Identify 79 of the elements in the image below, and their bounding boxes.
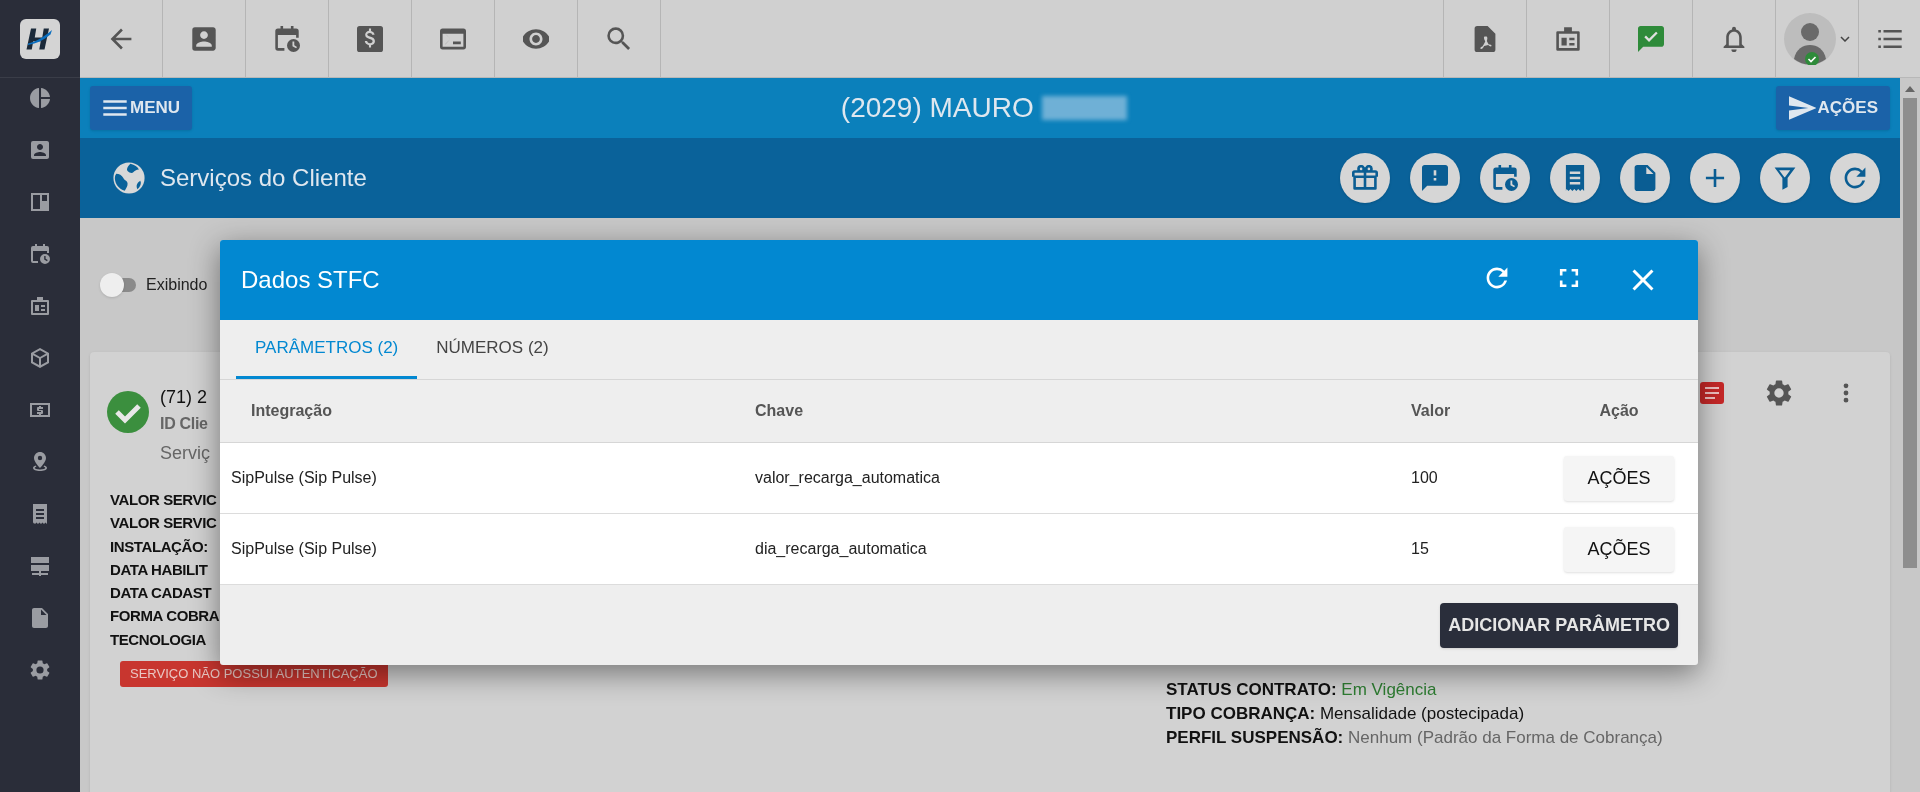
round-action-button[interactable] — [1760, 153, 1810, 203]
money-icon[interactable] — [30, 400, 50, 420]
dollar-icon[interactable] — [357, 25, 383, 52]
round-action-button[interactable] — [1480, 153, 1530, 203]
bell-icon[interactable] — [1721, 25, 1747, 52]
table-cell: SipPulse (Sip Pulse) — [231, 469, 377, 486]
detail-label: DATA HABILIT — [110, 559, 208, 580]
section-title: Serviços do Cliente — [160, 163, 367, 193]
detail-label: INSTALAÇÃO: — [110, 536, 208, 557]
detail-label: TECNOLOGIA — [110, 629, 206, 650]
receipt-icon[interactable] — [30, 504, 50, 524]
tab[interactable]: NÚMEROS (2) — [417, 320, 568, 379]
table-cell: 100 — [1411, 469, 1438, 486]
round-action-button[interactable] — [1690, 153, 1740, 203]
table-cell: SipPulse (Sip Pulse) — [231, 540, 377, 557]
refresh-icon[interactable] — [1484, 265, 1510, 291]
modal-title: Dados STFC — [241, 265, 380, 295]
toggle-label: Exibindo — [146, 275, 208, 295]
id-card-icon[interactable] — [30, 296, 50, 316]
client-id: ID Clie — [160, 414, 208, 434]
warning-badge: SERVIÇO NÃO POSSUI AUTENTICAÇÃO — [120, 661, 388, 687]
detail-label: FORMA COBRA — [110, 606, 220, 627]
avatar[interactable] — [1784, 12, 1836, 65]
refresh-icon — [1842, 165, 1868, 191]
caret-icon[interactable] — [1840, 35, 1850, 42]
board-icon[interactable] — [30, 192, 50, 212]
toggle-switch[interactable] — [100, 273, 138, 297]
contact-icon[interactable] — [191, 25, 217, 52]
contract-detail: TIPO COBRANÇA: Mensalidade (postecipada) — [1166, 703, 1526, 725]
column-header: Chave — [755, 402, 804, 419]
cube-icon[interactable] — [30, 348, 50, 368]
column-header: Ação — [1599, 401, 1639, 421]
send-icon — [1787, 95, 1816, 121]
round-action-button[interactable] — [1550, 153, 1600, 203]
menu-button[interactable]: MENU — [90, 86, 193, 130]
round-action-button[interactable] — [1830, 153, 1880, 203]
row-actions-button[interactable]: AÇÕES — [1564, 455, 1674, 501]
table-cell: dia_recarga_automatica — [755, 540, 927, 557]
pie-chart-icon[interactable] — [30, 88, 50, 108]
contact-icon[interactable] — [30, 140, 50, 160]
column-header: Integração — [251, 402, 332, 419]
round-action-button[interactable] — [1620, 153, 1670, 203]
detail-label: DATA CADAST — [110, 583, 212, 604]
gift-icon — [1352, 165, 1378, 191]
service-name: Serviç — [160, 442, 210, 465]
contract-detail: STATUS CONTRATO: Em Vigência — [1166, 679, 1438, 701]
app-logo[interactable] — [20, 18, 60, 59]
id-card-icon[interactable] — [1555, 25, 1581, 52]
actions-button[interactable]: AÇÕES — [1775, 86, 1890, 130]
phone-number: (71) 2 — [160, 386, 209, 409]
server-icon[interactable] — [30, 556, 50, 576]
file-icon — [1632, 165, 1658, 191]
settings-icon[interactable] — [1766, 380, 1792, 406]
column-header: Valor — [1411, 402, 1451, 419]
row-actions-button[interactable]: AÇÕES — [1564, 526, 1674, 572]
detail-label: VALOR SERVIC — [110, 513, 217, 534]
scroll-up-arrow-icon[interactable] — [1905, 86, 1915, 92]
search-icon[interactable] — [606, 25, 632, 52]
filter-icon — [1772, 165, 1798, 191]
location-pin-icon[interactable] — [30, 452, 50, 472]
chat-check-icon[interactable] — [1638, 25, 1664, 52]
table-cell: 15 — [1411, 540, 1429, 557]
client-title: (2029) MAURO — [840, 91, 1034, 125]
calendar-icon[interactable] — [30, 244, 50, 264]
alert-bubble-icon — [1422, 165, 1448, 191]
calendar-clock-icon — [1492, 165, 1518, 191]
round-action-button[interactable] — [1410, 153, 1460, 203]
round-action-button[interactable] — [1340, 153, 1390, 203]
calendar-clock-icon[interactable] — [274, 25, 300, 52]
document-icon[interactable] — [30, 608, 50, 628]
detail-label: VALOR SERVIC — [110, 490, 217, 510]
pdf-file-icon[interactable] — [1472, 25, 1498, 52]
add-parameter-button[interactable]: ADICIONAR PARÂMETRO — [1440, 602, 1678, 648]
contract-detail: PERFIL SUSPENSÃO: Nenhum (Padrão da Forma de Cobrança) — [1166, 727, 1663, 749]
globe-icon — [112, 161, 146, 195]
notes-icon[interactable] — [1700, 382, 1724, 404]
table-cell: valor_recarga_automatica — [755, 469, 940, 486]
settings-icon[interactable] — [30, 660, 50, 680]
check-circle-icon — [106, 390, 150, 434]
